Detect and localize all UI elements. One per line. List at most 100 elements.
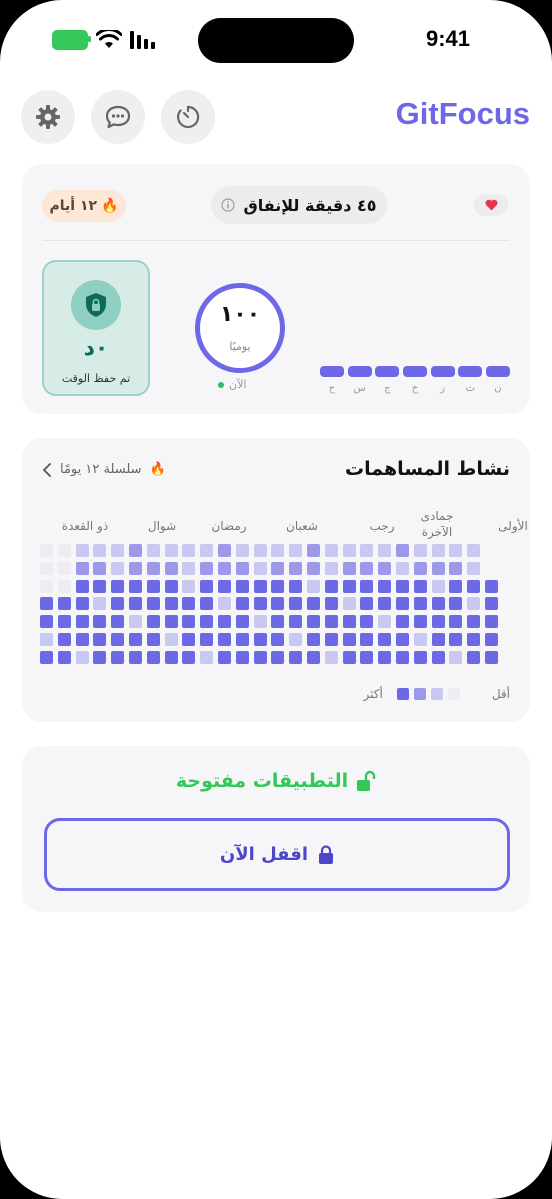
contribution-cell	[253, 579, 267, 593]
contribution-cell	[360, 650, 374, 664]
info-icon	[221, 198, 236, 212]
lock-now-button[interactable]: اقفل الآن	[44, 818, 510, 891]
settings-button[interactable]	[21, 90, 75, 144]
contribution-cell	[449, 597, 463, 611]
contribution-cell	[271, 561, 285, 575]
heart-icon	[485, 199, 497, 211]
legend-level-3	[396, 688, 409, 700]
open-lock-icon	[357, 770, 376, 791]
contribution-cell	[40, 633, 53, 646]
now-indicator: الآن	[218, 378, 246, 391]
contribution-cell	[271, 615, 285, 629]
contribution-cell	[324, 633, 338, 646]
flame-icon: 🔥	[149, 462, 166, 477]
contribution-cell	[57, 650, 71, 664]
legend-more-label: أكثر	[363, 687, 383, 701]
contribution-cell	[271, 650, 285, 664]
week-bar-chart: ن ث ر خ ج س ح	[320, 366, 510, 394]
contribution-cell	[218, 650, 231, 664]
contribution-cell	[235, 561, 249, 575]
contribution-cell	[289, 597, 303, 611]
contribution-cell	[378, 561, 392, 575]
contribution-cell	[431, 597, 445, 611]
streak-badge: ١٢ أيام 🔥	[42, 190, 126, 222]
contribution-cell	[164, 561, 178, 575]
contribution-cell	[182, 650, 196, 664]
contribution-cell	[235, 615, 249, 629]
contribution-cell	[449, 615, 463, 629]
contribution-cell	[218, 597, 231, 611]
contribution-cell	[289, 544, 303, 557]
contribution-cell	[111, 633, 125, 646]
contribution-cell	[413, 561, 427, 575]
contribution-cell	[342, 561, 356, 575]
focus-summary-card: ١٢ أيام 🔥 ٤٥ دقيقة للإنفاق ٠د تم حفظ الو…	[22, 164, 530, 414]
contribution-cell	[307, 597, 320, 611]
now-label: الآن	[229, 378, 247, 391]
week-day-column: ث	[458, 366, 483, 394]
dynamic-island	[198, 18, 354, 63]
contribution-streak-label: سلسلة ١٢ يومًا	[60, 462, 142, 477]
contributions-card: نشاط المساهمات سلسلة ١٢ يومًا 🔥 الأولى ج…	[22, 438, 530, 722]
spend-time-pill[interactable]: ٤٥ دقيقة للإنفاق	[211, 186, 387, 224]
contribution-cell	[485, 597, 498, 611]
contribution-cell	[289, 579, 303, 593]
app-lock-card: التطبيقات مفتوحة اقفل الآن	[22, 746, 530, 912]
contribution-cell	[200, 579, 214, 593]
status-bar: 9:41	[0, 0, 552, 80]
month-label: ذو القعدة	[61, 519, 109, 533]
contribution-cell	[129, 650, 142, 664]
day-label: ح	[328, 383, 336, 394]
chat-button[interactable]	[91, 90, 145, 144]
contribution-cell	[146, 579, 160, 593]
contribution-cell	[182, 615, 196, 629]
contribution-cell	[324, 544, 338, 557]
week-day-column: خ	[402, 366, 427, 394]
contribution-cell	[378, 579, 392, 593]
status-icons	[52, 30, 158, 50]
contribution-cell	[307, 544, 320, 557]
contribution-cell	[93, 579, 107, 593]
contribution-cell	[218, 561, 231, 575]
week-day-column: ح	[320, 366, 344, 394]
contribution-cell	[146, 615, 160, 629]
summary-divider	[42, 240, 510, 241]
contribution-cell	[75, 633, 89, 646]
day-label: س	[353, 383, 366, 394]
shield-badge	[71, 280, 121, 330]
contribution-grid	[40, 544, 510, 666]
contribution-cell	[111, 597, 125, 611]
daily-goal-label: يوميًا	[229, 340, 251, 353]
contribution-cell	[360, 579, 374, 593]
contribution-cell	[360, 561, 374, 575]
contribution-cell	[235, 579, 249, 593]
heart-badge[interactable]	[474, 194, 508, 216]
time-saved-label: تم حفظ الوقت	[61, 372, 131, 385]
contribution-cell	[40, 561, 53, 575]
contribution-cell	[235, 597, 249, 611]
contribution-cell	[146, 561, 160, 575]
contribution-cell	[431, 650, 445, 664]
contribution-cell	[449, 579, 463, 593]
contribution-cell	[129, 544, 142, 557]
contribution-cell	[396, 579, 409, 593]
month-label: شوال	[147, 519, 177, 533]
contribution-cell	[449, 650, 463, 664]
contribution-cell	[235, 544, 249, 557]
contribution-cell	[342, 544, 356, 557]
contribution-cell	[378, 597, 392, 611]
contribution-cell	[307, 633, 320, 646]
contribution-cell	[164, 579, 178, 593]
contribution-cell	[324, 650, 338, 664]
battery-icon	[52, 30, 91, 50]
contribution-cell	[200, 650, 214, 664]
timer-icon	[177, 105, 200, 129]
contribution-cell	[324, 597, 338, 611]
contribution-cell	[57, 597, 71, 611]
contribution-cell	[182, 579, 196, 593]
day-label: ث	[465, 383, 475, 394]
week-day-column: س	[347, 366, 372, 394]
contribution-cell	[93, 615, 107, 629]
contribution-streak-link[interactable]: سلسلة ١٢ يومًا 🔥	[42, 462, 166, 477]
timer-button[interactable]	[161, 90, 215, 144]
